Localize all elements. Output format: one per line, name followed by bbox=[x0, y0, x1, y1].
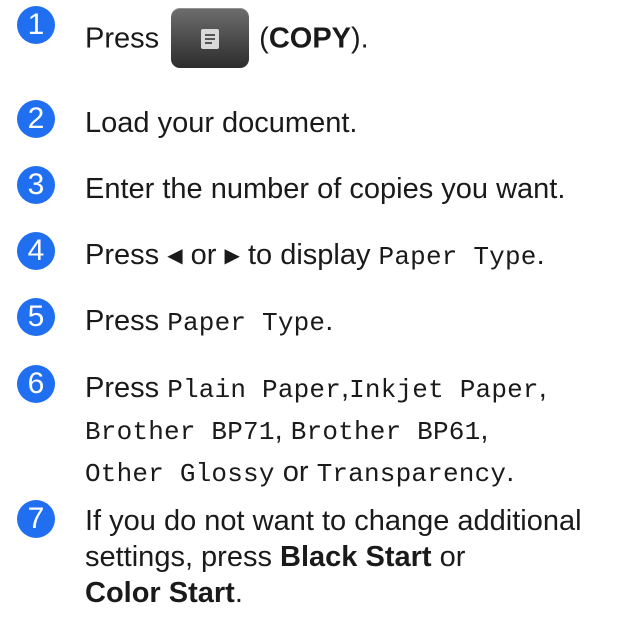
step-4-text: Press ◀ or ▶ to display Paper Type. bbox=[85, 236, 545, 277]
step-number-badge: 6 bbox=[17, 365, 55, 403]
brother-bp71-option: Brother BP71 bbox=[85, 417, 275, 447]
comma: , bbox=[341, 372, 350, 404]
paper-type-option: Paper Type bbox=[167, 308, 326, 338]
step-number-badge: 1 bbox=[17, 6, 55, 44]
step-number-badge: 5 bbox=[17, 298, 55, 336]
color-start-label: Color Start bbox=[85, 577, 235, 609]
step-7-line-1: If you do not want to change additional bbox=[85, 505, 582, 537]
copy-button[interactable] bbox=[171, 8, 250, 68]
step-6-line-2: Brother BP71, Brother BP61, bbox=[85, 411, 488, 451]
or-word: or bbox=[282, 456, 309, 488]
settings-press-text: settings, press bbox=[85, 541, 272, 573]
black-start-label: Black Start bbox=[280, 541, 432, 573]
step-7-line-2: settings, press Black Start or bbox=[85, 538, 465, 576]
period: . bbox=[234, 577, 243, 609]
step-1-text: Press (COPY). bbox=[85, 8, 369, 70]
step-number-badge: 2 bbox=[17, 100, 55, 138]
step-number-badge: 7 bbox=[17, 500, 55, 538]
close-paren: ). bbox=[351, 22, 369, 55]
step-number-badge: 4 bbox=[17, 232, 55, 270]
step-7-line-3: Color Start. bbox=[85, 574, 243, 612]
right-arrow-icon: ▶ bbox=[224, 245, 240, 267]
comma: , bbox=[538, 372, 547, 404]
copy-label: COPY bbox=[268, 22, 351, 55]
open-paren: ( bbox=[259, 22, 269, 55]
period: . bbox=[536, 239, 545, 271]
step-6-line-1: Press Plain Paper,Inkjet Paper, bbox=[85, 369, 547, 409]
comma: , bbox=[274, 414, 283, 446]
brother-bp61-option: Brother BP61 bbox=[290, 417, 481, 447]
press-word: Press bbox=[85, 239, 160, 271]
press-word: Press bbox=[85, 305, 160, 337]
step-3-text: Enter the number of copies you want. bbox=[85, 173, 566, 205]
left-arrow-icon: ◀ bbox=[167, 245, 183, 267]
step-5-text: Press Paper Type. bbox=[85, 302, 333, 342]
comma: , bbox=[480, 414, 489, 446]
other-glossy-option: Other Glossy bbox=[85, 459, 275, 489]
or-word: or bbox=[190, 239, 217, 271]
transparency-option: Transparency bbox=[316, 459, 507, 489]
period: . bbox=[325, 305, 334, 337]
press-word: Press bbox=[85, 22, 160, 55]
step-number-badge: 3 bbox=[17, 166, 55, 204]
press-word: Press bbox=[85, 372, 160, 404]
step-6-line-3: Other Glossy or Transparency. bbox=[85, 453, 514, 493]
to-display-text: to display bbox=[247, 239, 371, 271]
copy-document-icon bbox=[201, 29, 220, 49]
inkjet-paper-option: Inkjet Paper bbox=[349, 375, 539, 405]
period: . bbox=[506, 456, 515, 488]
plain-paper-option: Plain Paper bbox=[167, 375, 342, 405]
step-2-text: Load your document. bbox=[85, 107, 358, 139]
paper-type-option: Paper Type bbox=[378, 242, 537, 272]
or-word: or bbox=[439, 541, 466, 573]
